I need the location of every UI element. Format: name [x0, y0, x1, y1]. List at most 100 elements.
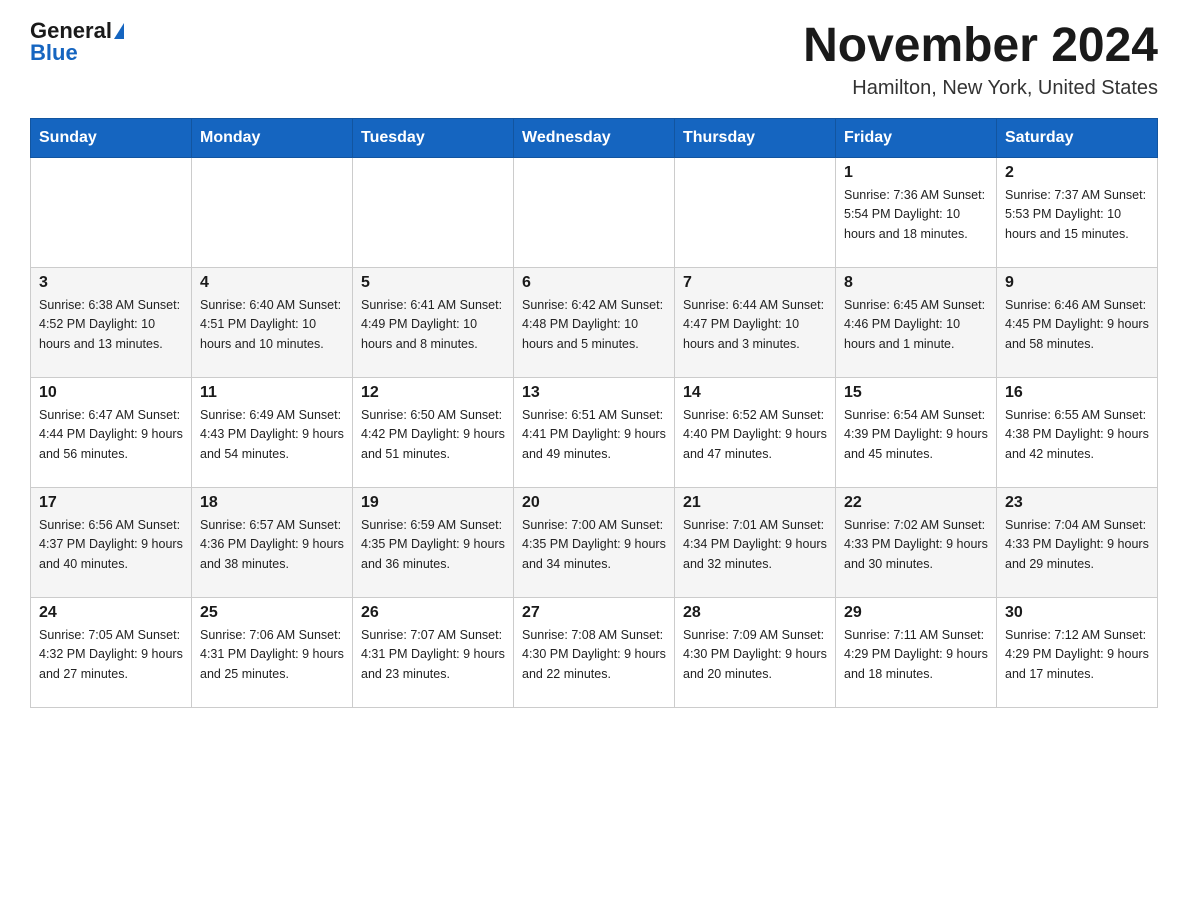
- calendar-cell: 25Sunrise: 7:06 AM Sunset: 4:31 PM Dayli…: [192, 597, 353, 707]
- day-info: Sunrise: 7:01 AM Sunset: 4:34 PM Dayligh…: [683, 516, 827, 574]
- day-info: Sunrise: 6:40 AM Sunset: 4:51 PM Dayligh…: [200, 296, 344, 354]
- weekday-header-saturday: Saturday: [997, 118, 1158, 157]
- day-info: Sunrise: 7:09 AM Sunset: 4:30 PM Dayligh…: [683, 626, 827, 684]
- day-number: 10: [39, 384, 183, 402]
- calendar-table: SundayMondayTuesdayWednesdayThursdayFrid…: [30, 118, 1158, 708]
- calendar-cell: 23 Sunrise: 7:04 AM Sunset: 4:33 PM Dayli…: [997, 487, 1158, 597]
- day-number: 12: [361, 384, 505, 402]
- calendar-cell: 28 Sunrise: 7:09 AM Sunset: 4:30 PM Dayli…: [675, 597, 836, 707]
- day-number: 22: [844, 494, 988, 512]
- day-info: Sunrise: 6:52 AM Sunset: 4:40 PM Dayligh…: [683, 406, 827, 464]
- calendar-cell: 18 Sunrise: 6:57 AM Sunset: 4:36 PM Dayli…: [192, 487, 353, 597]
- day-info: Sunrise: 6:42 AM Sunset: 4:48 PM Dayligh…: [522, 296, 666, 354]
- calendar-cell: [675, 157, 836, 267]
- day-info: Sunrise: 7:37 AM Sunset: 5:53 PM Dayligh…: [1005, 186, 1149, 244]
- weekday-header-row: SundayMondayTuesdayWednesdayThursdayFrid…: [31, 118, 1158, 157]
- weekday-header-friday: Friday: [836, 118, 997, 157]
- day-info: Sunrise: 6:50 AM Sunset: 4:42 PM Dayligh…: [361, 406, 505, 464]
- calendar-cell: [514, 157, 675, 267]
- day-info: Sunrise: 6:49 AM Sunset: 4:43 PM Dayligh…: [200, 406, 344, 464]
- calendar-cell: 10 Sunrise: 6:47 AM Sunset: 4:44 PM Dayli…: [31, 377, 192, 487]
- location-title: Hamilton, New York, United States: [803, 77, 1158, 100]
- day-number: 15: [844, 384, 988, 402]
- day-number: 24: [39, 604, 183, 622]
- day-info: Sunrise: 7:02 AM Sunset: 4:33 PM Dayligh…: [844, 516, 988, 574]
- day-number: 9: [1005, 274, 1149, 292]
- day-number: 7: [683, 274, 827, 292]
- calendar-cell: [31, 157, 192, 267]
- logo-triangle-icon: [114, 23, 124, 39]
- calendar-cell: 6 Sunrise: 6:42 AM Sunset: 4:48 PM Daylig…: [514, 267, 675, 377]
- day-number: 8: [844, 274, 988, 292]
- day-info: Sunrise: 7:12 AM Sunset: 4:29 PM Dayligh…: [1005, 626, 1149, 684]
- day-number: 28: [683, 604, 827, 622]
- weekday-header-monday: Monday: [192, 118, 353, 157]
- day-number: 13: [522, 384, 666, 402]
- day-number: 26: [361, 604, 505, 622]
- day-number: 25: [200, 604, 344, 622]
- day-number: 17: [39, 494, 183, 512]
- calendar-cell: 3 Sunrise: 6:38 AM Sunset: 4:52 PM Daylig…: [31, 267, 192, 377]
- calendar-cell: 12 Sunrise: 6:50 AM Sunset: 4:42 PM Dayli…: [353, 377, 514, 487]
- calendar-cell: 14Sunrise: 6:52 AM Sunset: 4:40 PM Dayli…: [675, 377, 836, 487]
- calendar-cell: 7 Sunrise: 6:44 AM Sunset: 4:47 PM Daylig…: [675, 267, 836, 377]
- day-number: 6: [522, 274, 666, 292]
- day-info: Sunrise: 6:45 AM Sunset: 4:46 PM Dayligh…: [844, 296, 988, 354]
- week-row-3: 10 Sunrise: 6:47 AM Sunset: 4:44 PM Dayli…: [31, 377, 1158, 487]
- calendar-cell: 26 Sunrise: 7:07 AM Sunset: 4:31 PM Dayli…: [353, 597, 514, 707]
- month-title: November 2024: [803, 20, 1158, 73]
- day-info: Sunrise: 6:38 AM Sunset: 4:52 PM Dayligh…: [39, 296, 183, 354]
- day-number: 30: [1005, 604, 1149, 622]
- day-info: Sunrise: 7:04 AM Sunset: 4:33 PM Dayligh…: [1005, 516, 1149, 574]
- day-info: Sunrise: 7:07 AM Sunset: 4:31 PM Dayligh…: [361, 626, 505, 684]
- weekday-header-wednesday: Wednesday: [514, 118, 675, 157]
- calendar-cell: 1Sunrise: 7:36 AM Sunset: 5:54 PM Daylig…: [836, 157, 997, 267]
- day-info: Sunrise: 6:55 AM Sunset: 4:38 PM Dayligh…: [1005, 406, 1149, 464]
- calendar-cell: 29Sunrise: 7:11 AM Sunset: 4:29 PM Dayli…: [836, 597, 997, 707]
- calendar-cell: 27 Sunrise: 7:08 AM Sunset: 4:30 PM Dayli…: [514, 597, 675, 707]
- calendar-cell: 8 Sunrise: 6:45 AM Sunset: 4:46 PM Daylig…: [836, 267, 997, 377]
- calendar-cell: 19 Sunrise: 6:59 AM Sunset: 4:35 PM Dayli…: [353, 487, 514, 597]
- calendar-cell: 13Sunrise: 6:51 AM Sunset: 4:41 PM Dayli…: [514, 377, 675, 487]
- calendar-cell: 15Sunrise: 6:54 AM Sunset: 4:39 PM Dayli…: [836, 377, 997, 487]
- calendar-cell: 20 Sunrise: 7:00 AM Sunset: 4:35 PM Dayli…: [514, 487, 675, 597]
- weekday-header-thursday: Thursday: [675, 118, 836, 157]
- day-info: Sunrise: 6:44 AM Sunset: 4:47 PM Dayligh…: [683, 296, 827, 354]
- day-info: Sunrise: 6:46 AM Sunset: 4:45 PM Dayligh…: [1005, 296, 1149, 354]
- day-number: 21: [683, 494, 827, 512]
- day-info: Sunrise: 7:36 AM Sunset: 5:54 PM Dayligh…: [844, 186, 988, 244]
- day-number: 20: [522, 494, 666, 512]
- week-row-1: 1Sunrise: 7:36 AM Sunset: 5:54 PM Daylig…: [31, 157, 1158, 267]
- day-number: 3: [39, 274, 183, 292]
- day-info: Sunrise: 6:56 AM Sunset: 4:37 PM Dayligh…: [39, 516, 183, 574]
- calendar-cell: [353, 157, 514, 267]
- calendar-cell: 5 Sunrise: 6:41 AM Sunset: 4:49 PM Daylig…: [353, 267, 514, 377]
- day-info: Sunrise: 6:59 AM Sunset: 4:35 PM Dayligh…: [361, 516, 505, 574]
- page-header: General Blue November 2024 Hamilton, New…: [30, 20, 1158, 100]
- title-block: November 2024 Hamilton, New York, United…: [803, 20, 1158, 100]
- week-row-2: 3 Sunrise: 6:38 AM Sunset: 4:52 PM Daylig…: [31, 267, 1158, 377]
- day-number: 2: [1005, 164, 1149, 182]
- calendar-cell: 30 Sunrise: 7:12 AM Sunset: 4:29 PM Dayli…: [997, 597, 1158, 707]
- calendar-cell: 24 Sunrise: 7:05 AM Sunset: 4:32 PM Dayli…: [31, 597, 192, 707]
- day-info: Sunrise: 7:05 AM Sunset: 4:32 PM Dayligh…: [39, 626, 183, 684]
- day-number: 23: [1005, 494, 1149, 512]
- day-info: Sunrise: 6:47 AM Sunset: 4:44 PM Dayligh…: [39, 406, 183, 464]
- day-number: 19: [361, 494, 505, 512]
- day-info: Sunrise: 7:08 AM Sunset: 4:30 PM Dayligh…: [522, 626, 666, 684]
- day-info: Sunrise: 7:00 AM Sunset: 4:35 PM Dayligh…: [522, 516, 666, 574]
- logo-general-text: General: [30, 20, 112, 42]
- day-number: 4: [200, 274, 344, 292]
- weekday-header-tuesday: Tuesday: [353, 118, 514, 157]
- day-number: 27: [522, 604, 666, 622]
- calendar-cell: 2 Sunrise: 7:37 AM Sunset: 5:53 PM Daylig…: [997, 157, 1158, 267]
- calendar-cell: 22 Sunrise: 7:02 AM Sunset: 4:33 PM Dayli…: [836, 487, 997, 597]
- day-info: Sunrise: 6:41 AM Sunset: 4:49 PM Dayligh…: [361, 296, 505, 354]
- day-number: 16: [1005, 384, 1149, 402]
- week-row-4: 17 Sunrise: 6:56 AM Sunset: 4:37 PM Dayli…: [31, 487, 1158, 597]
- day-info: Sunrise: 6:57 AM Sunset: 4:36 PM Dayligh…: [200, 516, 344, 574]
- day-number: 5: [361, 274, 505, 292]
- calendar-cell: 11Sunrise: 6:49 AM Sunset: 4:43 PM Dayli…: [192, 377, 353, 487]
- day-number: 29: [844, 604, 988, 622]
- day-number: 18: [200, 494, 344, 512]
